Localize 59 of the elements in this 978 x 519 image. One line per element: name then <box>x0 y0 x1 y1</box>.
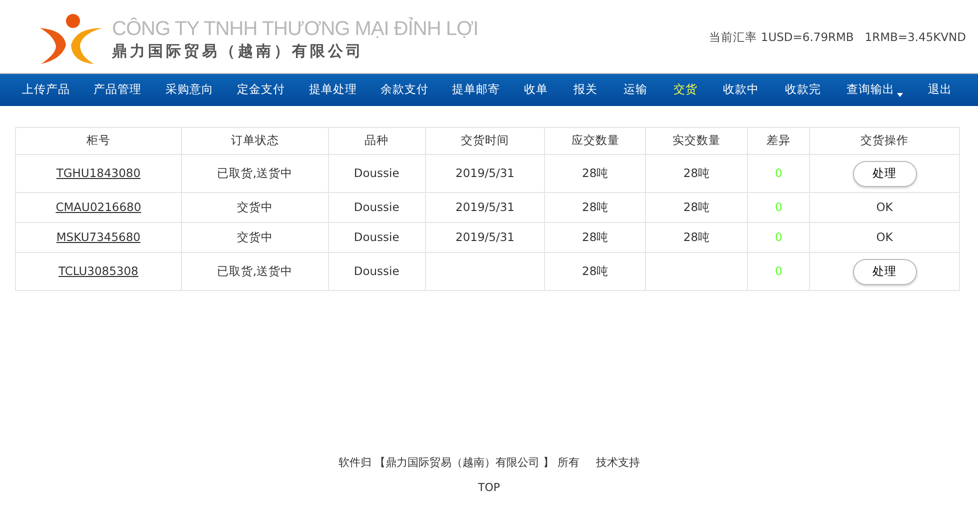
table-cell: 2019/5/31 <box>456 230 514 244</box>
table-cell: 28吨 <box>582 166 609 180</box>
table-cell: Doussie <box>354 264 400 278</box>
column-header: 交货时间 <box>460 133 509 148</box>
nav-link[interactable]: 收单 <box>524 81 574 99</box>
nav-link[interactable]: 交货 <box>673 81 724 99</box>
nav-link[interactable]: 报关 <box>574 81 624 99</box>
nav-link[interactable]: 提单邮寄 <box>452 81 524 99</box>
table-cell: 2019/5/31 <box>456 200 514 214</box>
nav-link[interactable]: 收款完 <box>784 81 847 99</box>
table-cell: 2019/5/31 <box>456 166 514 180</box>
container-link[interactable]: TCLU3085308 <box>58 264 138 278</box>
exchange-rate: 当前汇率 1USD=6.79RMB 1RMB=3.45KVND <box>709 29 966 46</box>
table-cell: Doussie <box>354 166 400 180</box>
column-header: 柜号 <box>86 133 110 148</box>
nav-link[interactable]: 余款支付 <box>380 81 452 99</box>
nav-dropdown[interactable]: 查询输出 <box>846 81 928 99</box>
nav-link[interactable]: 退出 <box>928 81 978 99</box>
process-button[interactable]: 处理 <box>852 160 917 186</box>
column-header: 应交数量 <box>571 133 620 148</box>
table-cell: 28吨 <box>582 200 609 214</box>
table-cell: OK <box>876 200 893 214</box>
caret-icon <box>896 90 903 100</box>
table-cell: 28吨 <box>582 230 609 244</box>
copyright-text: 软件归 【鼎力国际贸易（越南）有限公司 】 所有 <box>338 455 580 471</box>
column-header: 品种 <box>364 133 389 148</box>
table-cell: Doussie <box>354 200 400 214</box>
column-header: 差异 <box>766 133 791 148</box>
nav-link[interactable]: 采购意向 <box>165 81 238 99</box>
table-cell: 0 <box>774 200 782 214</box>
table-cell: 交货中 <box>236 230 273 244</box>
support-link[interactable]: 技术支持 <box>596 455 640 472</box>
table-cell: 28吨 <box>683 166 710 180</box>
nav-link[interactable]: 定金支付 <box>237 81 309 99</box>
nav-link[interactable]: 产品管理 <box>94 81 166 99</box>
column-header: 交货操作 <box>860 133 909 148</box>
table-cell: Doussie <box>354 230 400 244</box>
table-cell: 已取货,送货中 <box>216 264 293 278</box>
company-name: 鼎力国际贸易（越南）有限公司 <box>112 40 365 60</box>
table-cell: 0 <box>774 264 782 278</box>
table-cell: 28吨 <box>683 230 710 244</box>
column-header: 订单状态 <box>230 133 279 148</box>
column-header: 实交数量 <box>672 133 721 148</box>
top-link[interactable]: TOP <box>478 480 500 494</box>
nav-link[interactable]: 上传产品 <box>22 81 94 99</box>
container-link[interactable]: TGHU1843080 <box>56 166 141 180</box>
company-name: CÔNG TY TNHH THƯƠNG MẠI ĐỈNH LỢI <box>112 16 478 40</box>
company-logo <box>38 12 104 66</box>
table-cell: 0 <box>774 166 782 180</box>
table-cell: 28吨 <box>683 200 710 214</box>
nav-link[interactable]: 运输 <box>624 81 674 99</box>
nav-link[interactable]: 收款中 <box>723 81 785 99</box>
table-cell: OK <box>876 230 893 244</box>
process-button[interactable]: 处理 <box>852 258 917 284</box>
table-cell: 28吨 <box>582 264 609 278</box>
nav-link[interactable]: 提单处理 <box>308 81 381 99</box>
table-cell: 交货中 <box>236 200 273 214</box>
table-cell: 已取货,送货中 <box>216 166 293 180</box>
table-cell: 0 <box>774 230 782 244</box>
